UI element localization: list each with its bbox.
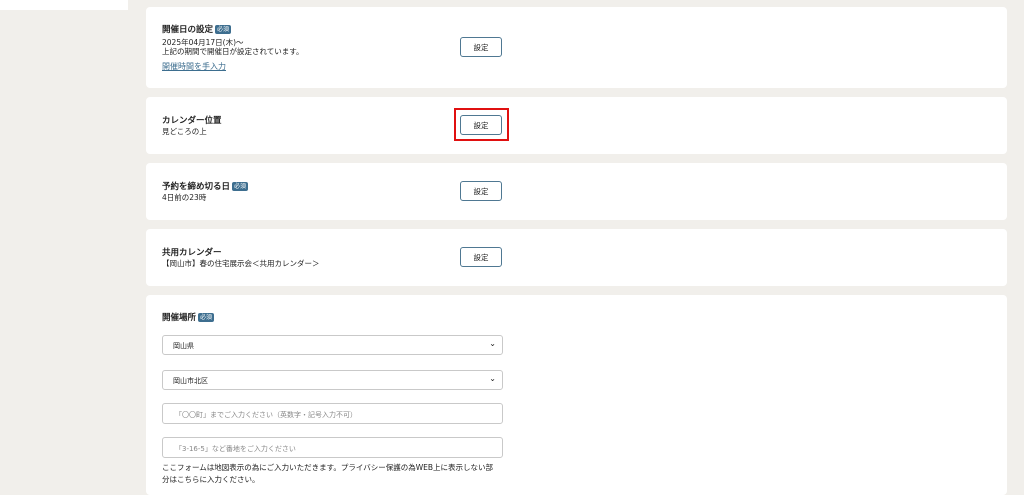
reservation-deadline-card: 予約を締め切る日 必須 4日前の23時 設定 (146, 163, 1007, 220)
shared-calendar-title: 共用カレンダー (162, 248, 222, 258)
deadline-title: 予約を締め切る日 必須 (162, 180, 249, 192)
chevron-down-icon: ⌄ (489, 339, 496, 348)
deadline-set-button[interactable]: 設定 (460, 181, 502, 201)
shared-calendar-card: 共用カレンダー 【岡山市】春の住宅展示会＜共用カレンダー＞ 設定 (146, 229, 1007, 286)
deadline-title-text: 予約を締め切る日 (162, 182, 231, 192)
deadline-value: 4日前の23時 (162, 193, 207, 202)
venue-note-line1: ここフォームは地図表示の為にご入力いただきます。プライバシー保護の為WEB上に表… (162, 463, 494, 472)
event-date-title-text: 開催日の設定 (162, 25, 214, 35)
manual-time-link[interactable]: 開催時間を手入力 (162, 61, 226, 72)
prefecture-select[interactable]: 岡山県 ⌄ (162, 335, 503, 355)
venue-title-text: 開催場所 (162, 313, 197, 323)
shared-calendar-set-button[interactable]: 設定 (460, 247, 502, 267)
required-badge: 必須 (232, 181, 249, 191)
calendar-position-value: 見どころの上 (162, 127, 207, 136)
town-input[interactable]: 「〇〇町」までご入力ください（英数字・記号入力不可） (162, 403, 503, 424)
address-input-placeholder: 「3-16-5」など番地をご入力ください (175, 445, 296, 453)
venue-note-line2: 分はこちらに入力ください。 (162, 475, 260, 484)
prefecture-value: 岡山県 (173, 342, 194, 350)
event-date-note: 上記の期間で開催日が設定されています。 (162, 47, 304, 56)
required-badge: 必須 (198, 312, 215, 322)
shared-calendar-value: 【岡山市】春の住宅展示会＜共用カレンダー＞ (162, 259, 320, 268)
required-badge: 必須 (215, 24, 232, 34)
event-date-set-button[interactable]: 設定 (460, 37, 502, 57)
calendar-position-title: カレンダー位置 (162, 116, 222, 126)
highlight-box (454, 108, 509, 141)
city-value: 岡山市北区 (173, 377, 208, 385)
town-input-placeholder: 「〇〇町」までご入力ください（英数字・記号入力不可） (175, 411, 357, 419)
address-input[interactable]: 「3-16-5」など番地をご入力ください (162, 437, 503, 458)
calendar-position-card: カレンダー位置 見どころの上 設定 (146, 97, 1007, 154)
event-date-title: 開催日の設定 必須 (162, 23, 232, 35)
left-sidebar-panel (0, 0, 128, 10)
venue-title: 開催場所 必須 (162, 311, 215, 323)
chevron-down-icon: ⌄ (489, 374, 496, 383)
event-date-card: 開催日の設定 必須 2025年04月17日(木)〜 上記の期間で開催日が設定され… (146, 7, 1007, 88)
venue-card: 開催場所 必須 岡山県 ⌄ 岡山市北区 ⌄ 「〇〇町」までご入力ください（英数字… (146, 295, 1007, 495)
city-select[interactable]: 岡山市北区 ⌄ (162, 370, 503, 390)
